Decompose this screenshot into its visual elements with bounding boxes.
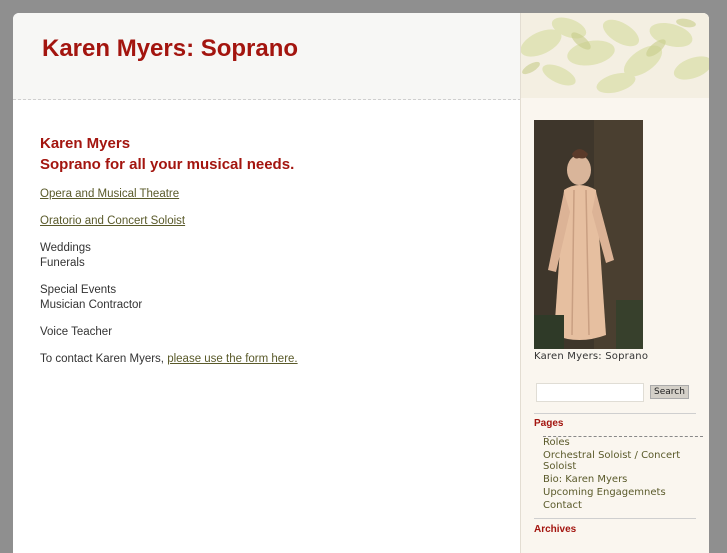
funerals-text: Funerals [40,257,85,269]
pages-heading: Pages [534,418,564,429]
main-content: Karen Myers Soprano for all your musical… [40,133,500,367]
page-link-bio[interactable]: Bio: Karen Myers [543,474,703,485]
soprano-costume-image [534,120,643,349]
contact-paragraph: To contact Karen Myers, please use the f… [40,352,500,367]
weddings-text: Weddings [40,242,91,254]
oratorio-link[interactable]: Oratorio and Concert Soloist [40,215,185,227]
page-link-orchestral-soloist[interactable]: Orchestral Soloist / Concert Soloist [543,450,703,472]
pages-list: Roles Orchestral Soloist / Concert Soloi… [543,436,703,513]
occasions-paragraph: Weddings Funerals [40,241,500,271]
profile-photo [534,120,643,349]
site-header: Karen Myers: Soprano [13,13,521,100]
site-title[interactable]: Karen Myers: Soprano [42,35,298,63]
leaf-decoration-art [521,17,709,94]
search-button[interactable]: Search [650,385,689,399]
voice-teacher-paragraph: Voice Teacher [40,325,500,340]
search-input[interactable] [536,383,644,402]
services-paragraph: Special Events Musician Contractor [40,283,500,313]
contact-form-link[interactable]: please use the form here. [167,353,297,365]
sidebar: Karen Myers: Soprano Search Pages Roles … [520,13,709,553]
page: Karen Myers: Soprano Karen Myers Soprano… [13,13,709,553]
opera-paragraph: Opera and Musical Theatre [40,187,500,202]
leaf-decoration [521,13,709,98]
oratorio-paragraph: Oratorio and Concert Soloist [40,214,500,229]
sidebar-divider [534,518,696,519]
voice-teacher-text: Voice Teacher [40,326,113,338]
contact-prefix-text: To contact Karen Myers, [40,353,168,365]
intro-heading-tagline: Soprano for all your musical needs. [40,156,295,173]
page-link-roles[interactable]: Roles [543,436,703,448]
musician-contractor-text: Musician Contractor [40,299,143,311]
intro-heading: Karen Myers Soprano for all your musical… [40,133,500,175]
page-link-upcoming-engagements[interactable]: Upcoming Engagemnets [543,487,703,498]
intro-heading-name: Karen Myers [40,135,131,152]
opera-link[interactable]: Opera and Musical Theatre [40,188,179,200]
page-link-contact[interactable]: Contact [543,500,703,511]
photo-caption: Karen Myers: Soprano [534,351,649,362]
sidebar-divider [534,413,696,414]
special-events-text: Special Events [40,284,117,296]
archives-heading: Archives [534,524,577,535]
